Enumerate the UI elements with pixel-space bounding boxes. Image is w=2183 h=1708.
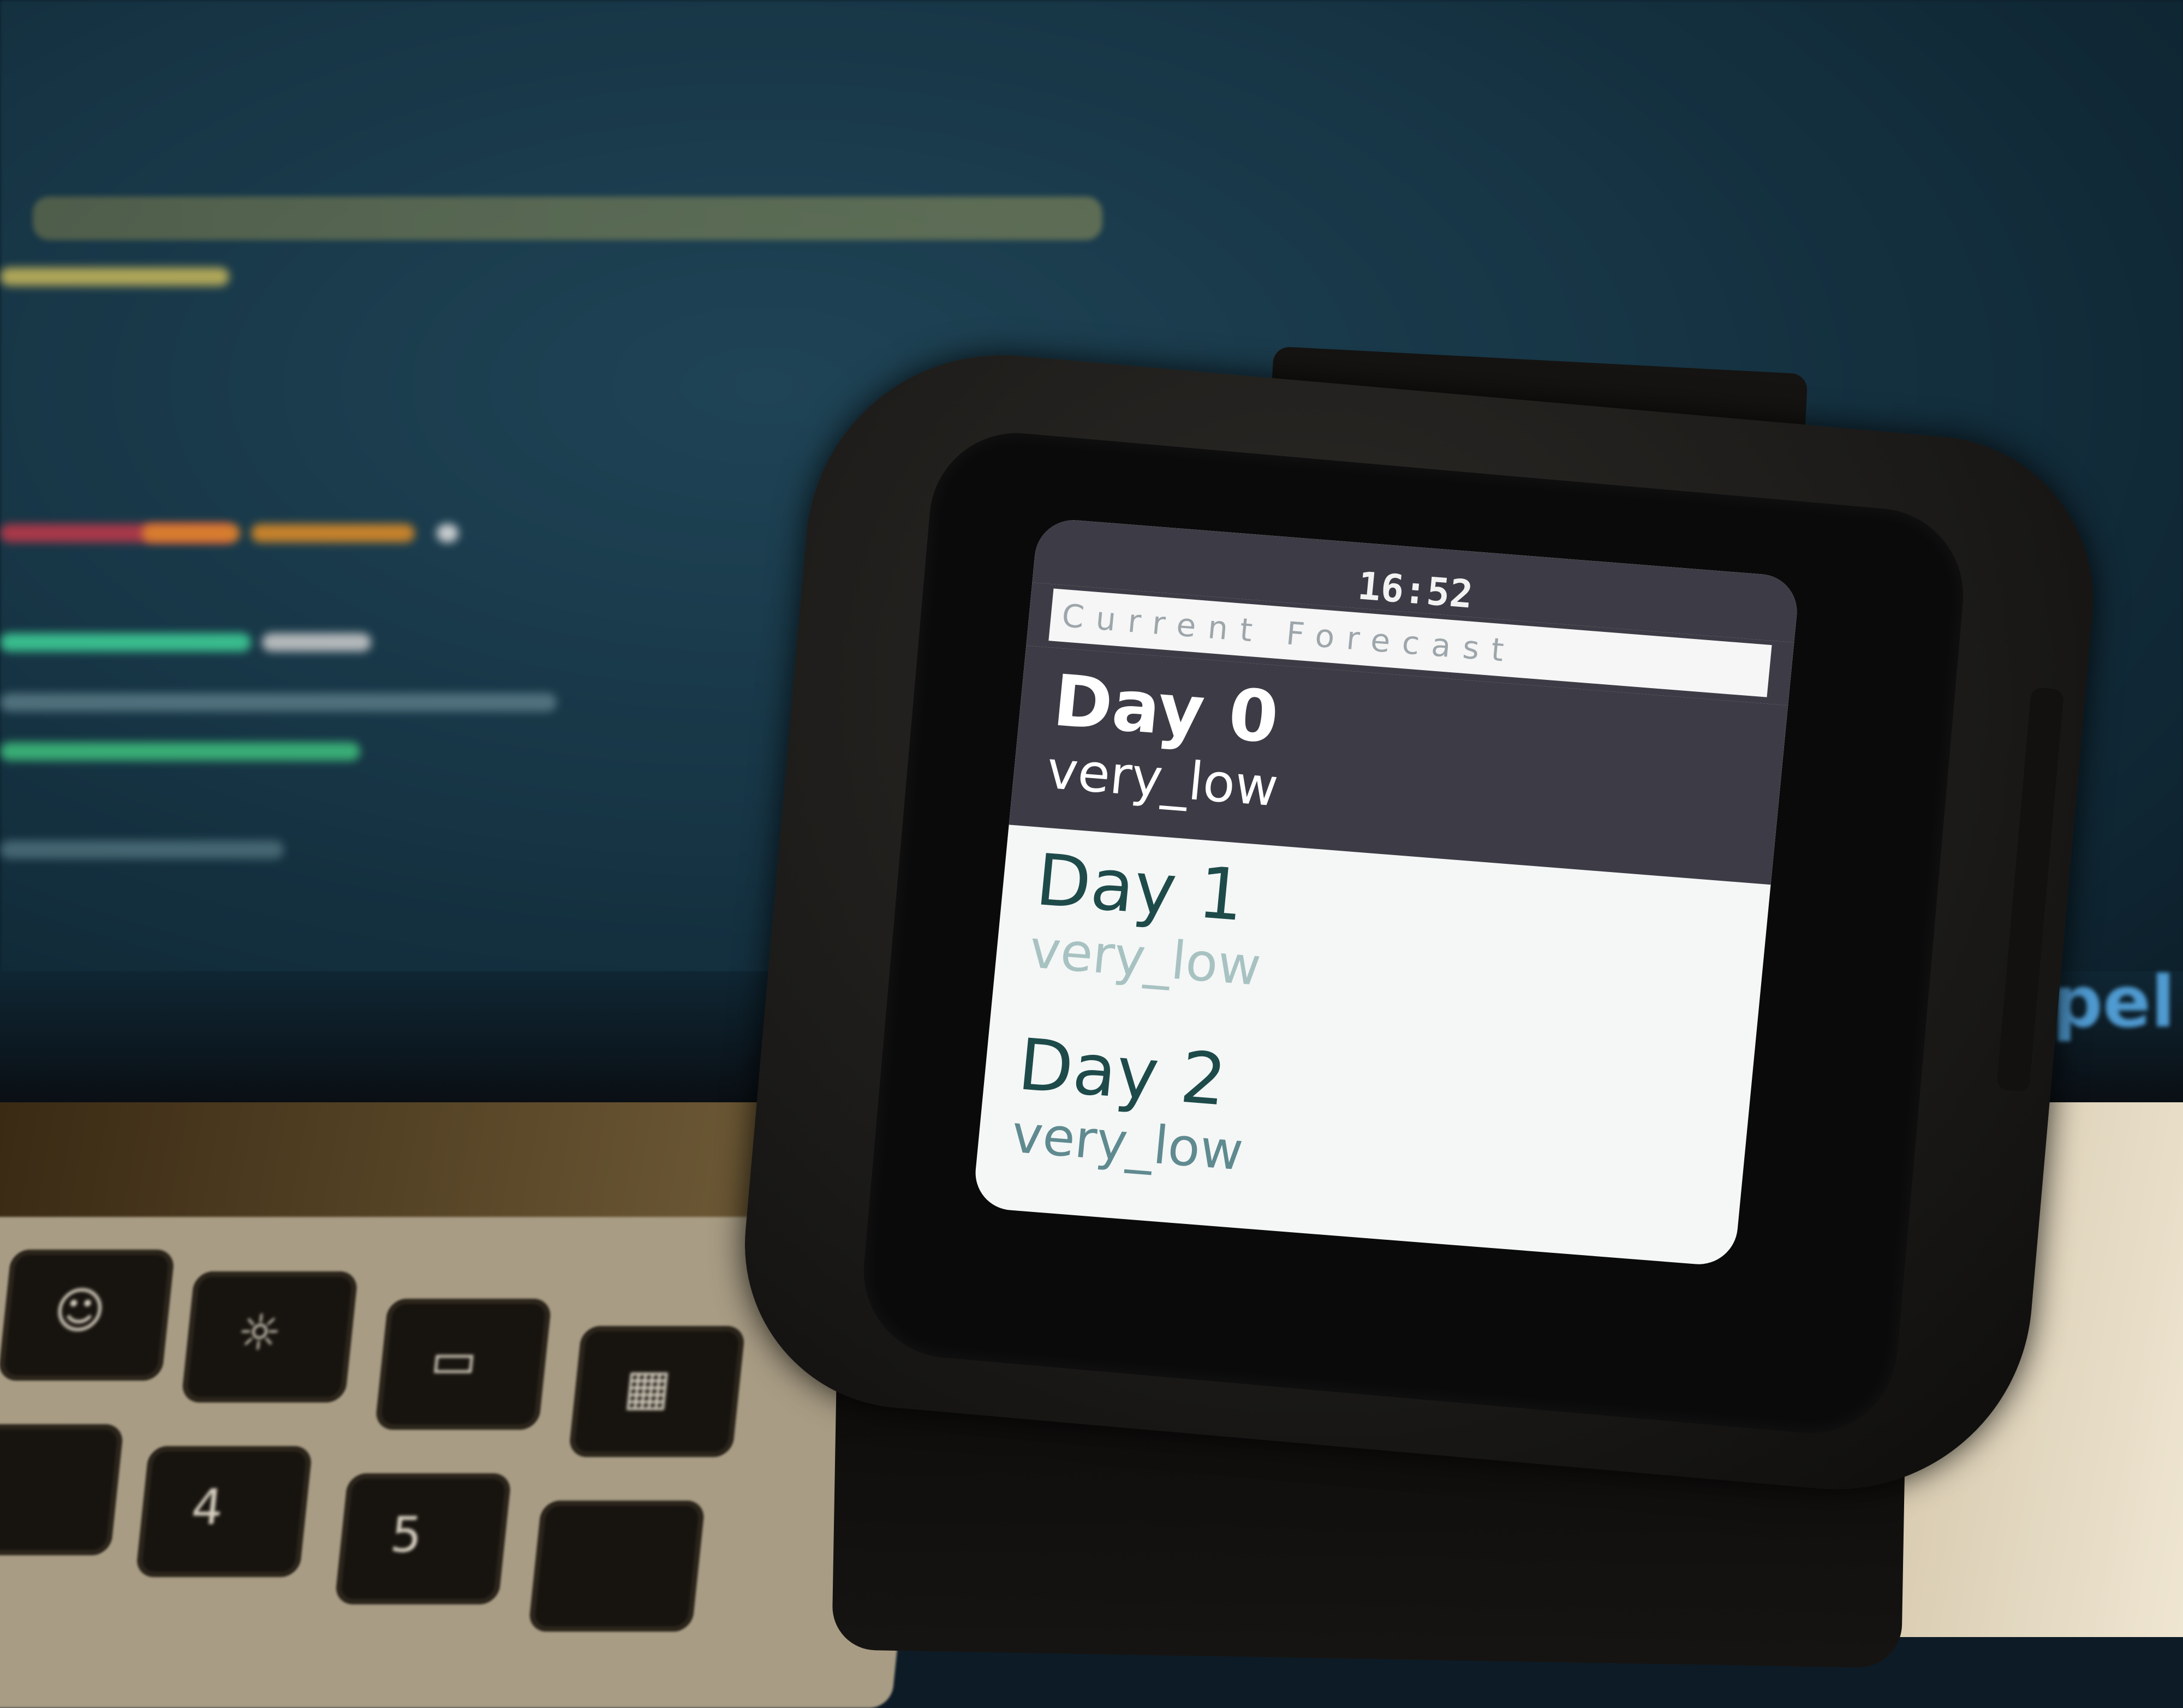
blurred-code-line xyxy=(0,267,229,286)
keyboard-key[interactable]: ☼ xyxy=(181,1271,359,1402)
keyboard-key[interactable] xyxy=(528,1501,706,1632)
keyboard-key[interactable]: ▦ xyxy=(568,1326,746,1457)
keyboard-key[interactable] xyxy=(0,1424,124,1555)
blurred-code-line xyxy=(0,742,360,761)
blurred-code-line xyxy=(33,196,1102,240)
watch-screen: 16:52 Current Forecast Day 0 very_low Da… xyxy=(972,517,1800,1268)
keyboard-key[interactable]: ▭ xyxy=(374,1299,552,1430)
blurred-code-line xyxy=(437,524,458,542)
blurred-code-line xyxy=(0,693,557,712)
keyboard-key[interactable]: 5 xyxy=(334,1473,512,1604)
monitor-logo: pel xyxy=(2052,960,2175,1043)
blurred-code-line xyxy=(251,524,415,542)
blurred-code-line xyxy=(0,840,284,859)
keyboard-key[interactable]: ☺ xyxy=(0,1250,175,1381)
blurred-code-line xyxy=(262,633,371,652)
keyboard-key[interactable]: 4 xyxy=(135,1446,313,1577)
blurred-code-line xyxy=(142,524,240,542)
blurred-code-line xyxy=(0,633,251,652)
